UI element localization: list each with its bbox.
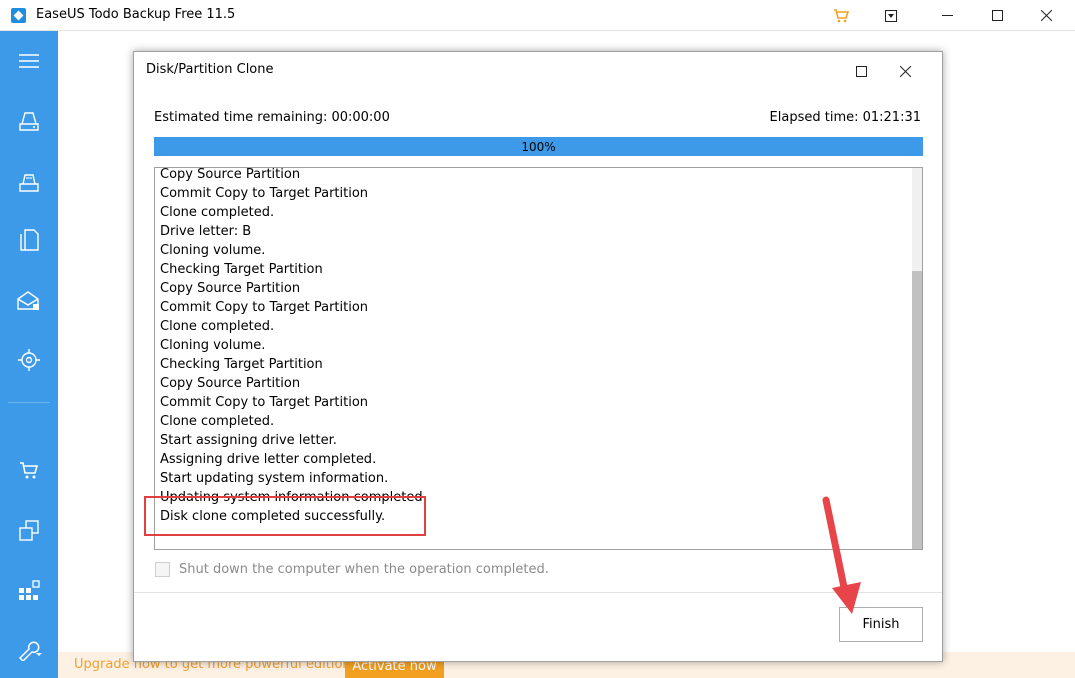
log-line: Checking Target Partition [160, 357, 323, 372]
log-line: Drive letter: B [160, 224, 252, 239]
log-line: Start updating system information. [160, 471, 389, 486]
clone-dialog: Disk/Partition Clone Estimated time rema… [133, 51, 943, 662]
log-scrollbar[interactable] [912, 168, 922, 549]
log-output: Copy Source Partition Commit Copy to Targ… [154, 167, 923, 550]
file-backup-icon[interactable] [0, 220, 58, 260]
log-line: Cloning volume. [160, 338, 266, 353]
log-line: Copy Source Partition [160, 167, 301, 182]
log-line: Assigning drive letter completed. [160, 452, 377, 467]
app-title: EaseUS Todo Backup Free 11.5 [36, 7, 236, 22]
dialog-title: Disk/Partition Clone [146, 62, 274, 77]
log-list: Copy Source Partition Commit Copy to Targ… [160, 167, 427, 526]
dialog-close-button[interactable] [890, 60, 920, 82]
log-line: Cloning volume. [160, 243, 266, 258]
finish-button[interactable]: Finish [839, 607, 923, 642]
shutdown-checkbox[interactable] [155, 562, 170, 577]
progress-label: 100% [521, 139, 556, 154]
cart-icon[interactable] [0, 451, 58, 491]
close-button[interactable] [1023, 0, 1069, 31]
log-scrollbar-thumb[interactable] [912, 271, 922, 549]
log-line: Commit Copy to Target Partition [160, 186, 369, 201]
log-line: Copy Source Partition [160, 281, 301, 296]
log-line: Copy Source Partition [160, 376, 301, 391]
estimated-time-remaining: Estimated time remaining: 00:00:00 [154, 110, 390, 125]
title-bar: EaseUS Todo Backup Free 11.5 [0, 0, 1075, 31]
log-line: Start assigning drive letter. [160, 433, 337, 448]
smart-backup-icon[interactable] [0, 340, 58, 380]
system-backup-icon[interactable] [0, 162, 58, 202]
dialog-maximize-button[interactable] [846, 60, 876, 82]
mail-backup-icon[interactable] [0, 281, 58, 321]
log-line: Clone completed. [160, 205, 275, 220]
menu-icon[interactable] [0, 41, 58, 81]
clone-icon[interactable] [0, 511, 58, 551]
progress-bar: 100% [154, 137, 923, 156]
tools-wrench-icon[interactable] [0, 630, 58, 670]
windows-tools-icon[interactable] [0, 570, 58, 610]
shutdown-checkbox-label: Shut down the computer when the operatio… [179, 562, 549, 577]
minimize-button[interactable] [924, 0, 970, 31]
sidebar-divider [8, 402, 50, 403]
maximize-button[interactable] [974, 0, 1020, 31]
success-highlight-box [144, 496, 426, 536]
dialog-divider [134, 592, 942, 593]
log-line: Commit Copy to Target Partition [160, 300, 369, 315]
app-logo-icon [11, 8, 26, 23]
log-line: Clone completed. [160, 414, 275, 429]
log-line: Commit Copy to Target Partition [160, 395, 369, 410]
log-line: Checking Target Partition [160, 262, 323, 277]
cart-icon[interactable] [818, 0, 864, 31]
elapsed-time: Elapsed time: 01:21:31 [769, 110, 921, 125]
sidebar [0, 31, 58, 678]
log-line: Clone completed. [160, 319, 275, 334]
disk-backup-icon[interactable] [0, 101, 58, 141]
dropdown-menu-icon[interactable] [868, 0, 914, 31]
